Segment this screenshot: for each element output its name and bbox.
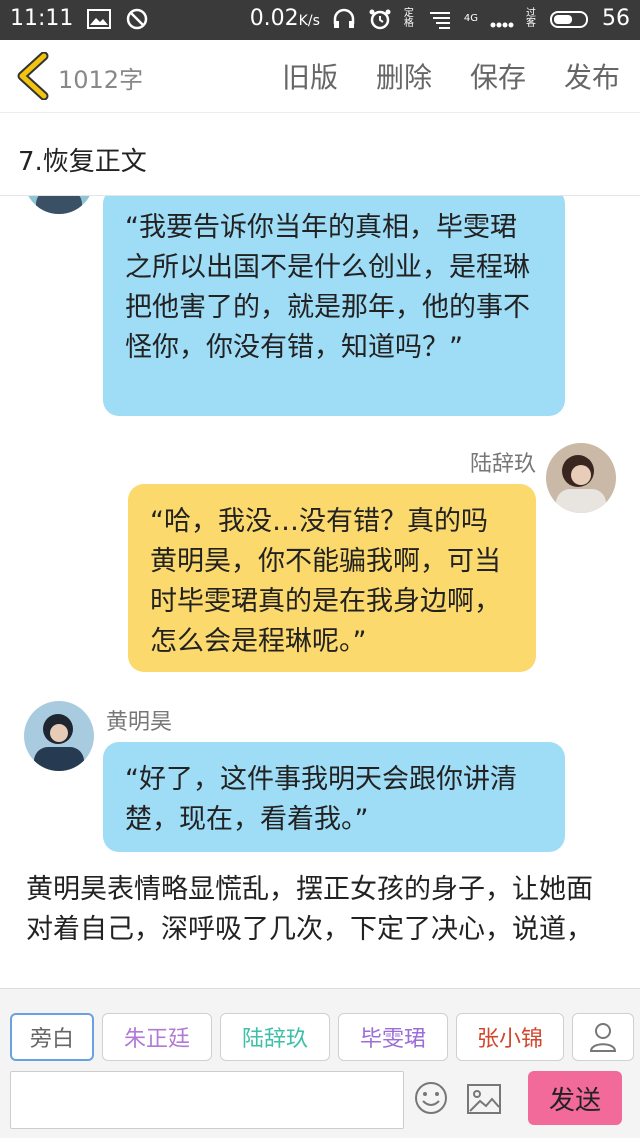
chapter-title: 7.恢复正文 <box>18 147 147 177</box>
battery-icon <box>550 10 588 28</box>
role-zhang-xiaojin[interactable]: 张小锦 <box>456 1013 564 1061</box>
compose-bar: 旁白 朱正廷 陆辞玖 毕雯珺 张小锦 发送 <box>0 988 640 1138</box>
network-speed: 0.02K/s <box>249 6 320 31</box>
old-version-button[interactable]: 旧版 <box>282 56 338 96</box>
speaker-name: 陆辞玖 <box>469 452 536 477</box>
role-lu-cijiu[interactable]: 陆辞玖 <box>220 1013 330 1061</box>
chapter-title-row[interactable]: 7.恢复正文 <box>0 112 640 196</box>
message-text: “哈，我没…没有错？真的吗黄明昊，你不能骗我啊，可当时毕雯珺真的是在我身边啊，怎… <box>150 506 501 657</box>
chat-area[interactable]: “我要告诉你当年的真相，毕雯珺之所以出国不是什么创业，是程琳把他害了的，就是那年… <box>0 196 640 988</box>
role-label: 张小锦 <box>476 1027 543 1052</box>
role-bi-wenjun[interactable]: 毕雯珺 <box>338 1013 448 1061</box>
alarm-icon <box>369 9 391 29</box>
role-label: 陆辞玖 <box>241 1027 308 1052</box>
save-button[interactable]: 保存 <box>470 56 526 96</box>
speaker-name: 黄明昊 <box>106 710 173 735</box>
word-count: 1012字 <box>58 66 144 94</box>
smiley-icon[interactable] <box>414 1081 448 1115</box>
send-button[interactable]: 发送 <box>528 1071 622 1125</box>
role-label: 旁白 <box>29 1027 74 1052</box>
network-type: 4G <box>463 12 478 24</box>
role-zhu-zhengting[interactable]: 朱正廷 <box>102 1013 212 1061</box>
role-narrator[interactable]: 旁白 <box>10 1013 94 1061</box>
signal-dots-icon <box>490 22 514 27</box>
status-time: 11:11 <box>10 6 74 31</box>
avatar <box>24 196 94 214</box>
message-bubble: “我要告诉你当年的真相，毕雯珺之所以出国不是什么创业，是程琳把他害了的，就是那年… <box>103 196 565 416</box>
message-input[interactable] <box>10 1071 404 1129</box>
message-text: “我要告诉你当年的真相，毕雯珺之所以出国不是什么创业，是程琳把他害了的，就是那年… <box>125 212 530 363</box>
editor-header: 1012字 旧版 删除 保存 发布 <box>0 40 640 112</box>
wifi-signal-icon <box>429 11 450 29</box>
avatar <box>546 443 616 513</box>
carrier-label-1: 定格 <box>403 7 414 29</box>
delete-button[interactable]: 删除 <box>376 56 432 96</box>
user-icon <box>589 1023 617 1052</box>
narration-text: 黄明昊表情略显慌乱，摆正女孩的身子，让她面对着自己，深呼吸了几次，下定了决心，说… <box>26 874 593 945</box>
role-selector: 旁白 朱正廷 陆辞玖 毕雯珺 张小锦 <box>10 1013 634 1061</box>
message-bubble: “哈，我没…没有错？真的吗黄明昊，你不能骗我啊，可当时毕雯珺真的是在我身边啊，怎… <box>128 484 536 672</box>
message-bubble: “好了，这件事我明天会跟你讲清楚，现在，看着我。” <box>103 742 565 852</box>
image-icon[interactable] <box>466 1083 502 1115</box>
role-label: 朱正廷 <box>123 1027 190 1052</box>
status-bar: 11:11 0.02K/s 定格 4G 过客 56 <box>0 0 640 40</box>
carrier-label-2: 过客 <box>526 7 536 29</box>
image-notification-icon <box>87 8 112 29</box>
battery-level: 56 <box>602 6 630 31</box>
role-label: 毕雯珺 <box>359 1027 426 1052</box>
chevron-left-icon[interactable] <box>14 52 54 100</box>
blocked-icon <box>127 8 148 29</box>
avatar <box>24 701 94 771</box>
message-text: “好了，这件事我明天会跟你讲清楚，现在，看着我。” <box>125 764 517 835</box>
publish-button[interactable]: 发布 <box>564 56 620 96</box>
headphones-icon <box>333 8 355 28</box>
add-role-button[interactable] <box>572 1013 634 1061</box>
